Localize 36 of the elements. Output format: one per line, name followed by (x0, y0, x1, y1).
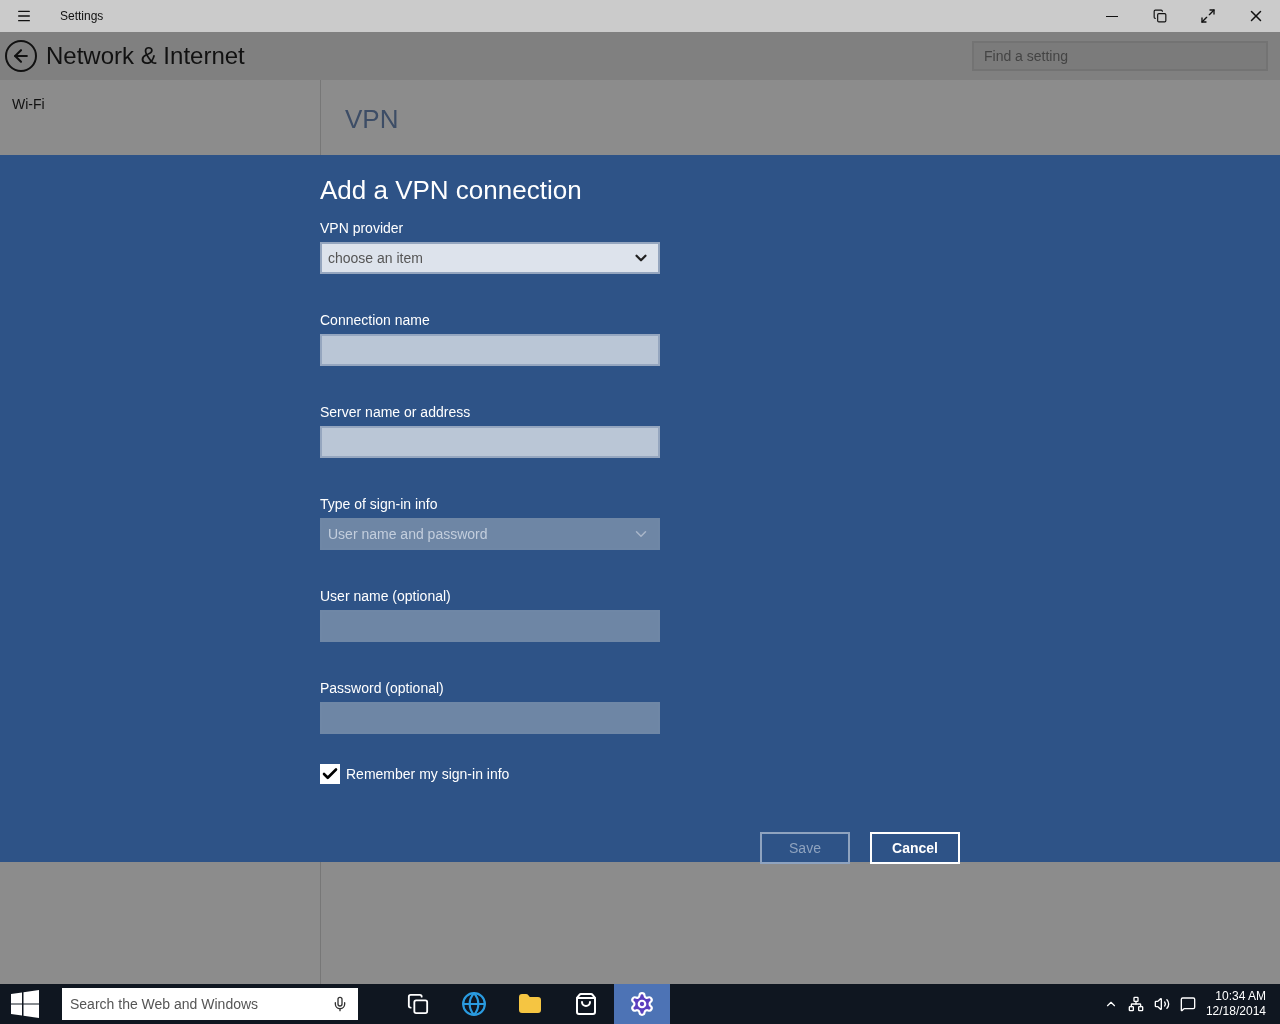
field-label: Type of sign-in info (320, 496, 439, 512)
field-label: Password (optional) (320, 680, 445, 696)
checkbox[interactable] (320, 764, 340, 784)
dialog-title: Add a VPN connection (320, 175, 583, 206)
speaker-icon[interactable] (1153, 996, 1170, 1012)
dropdown[interactable]: choose an item (320, 242, 660, 274)
network-icon[interactable] (1127, 996, 1144, 1012)
field-label: User name (optional) (320, 588, 452, 604)
sidebar-item[interactable]: Wi-Fi (0, 96, 320, 146)
shopping-bag-icon (574, 992, 598, 1016)
back-button[interactable] (5, 40, 37, 72)
window-title: Settings (60, 9, 105, 23)
checkbox-label: Remember my sign-in info (346, 766, 510, 782)
taskbar-app[interactable] (614, 984, 670, 1024)
restore-icon (1153, 9, 1167, 23)
input-field[interactable] (320, 334, 660, 366)
section-title: VPN (345, 104, 399, 134)
folder-icon (518, 992, 542, 1016)
field-label: Server name or address (320, 404, 472, 420)
menu-icon (16, 8, 32, 24)
message-icon[interactable] (1179, 996, 1196, 1012)
windows-logo-icon (11, 990, 39, 1018)
globe-icon (461, 991, 487, 1017)
dialog-button[interactable]: Cancel (870, 832, 960, 864)
minimize-icon (1106, 15, 1118, 17)
arrow-left-icon (11, 46, 31, 66)
taskbar-search-field[interactable]: Search the Web and Windows (62, 988, 358, 1020)
microphone-icon[interactable] (332, 996, 348, 1012)
windows-icon (407, 993, 429, 1015)
page-heading: Network & Internet (46, 42, 246, 70)
field-label: VPN provider (320, 220, 405, 236)
clock[interactable]: 10:34 AM 12/18/2014 (1205, 989, 1266, 1019)
diagonal-arrows-icon (1200, 8, 1216, 24)
input-field[interactable] (320, 426, 660, 458)
gear-icon (629, 991, 655, 1017)
field-label: Connection name (320, 312, 431, 328)
